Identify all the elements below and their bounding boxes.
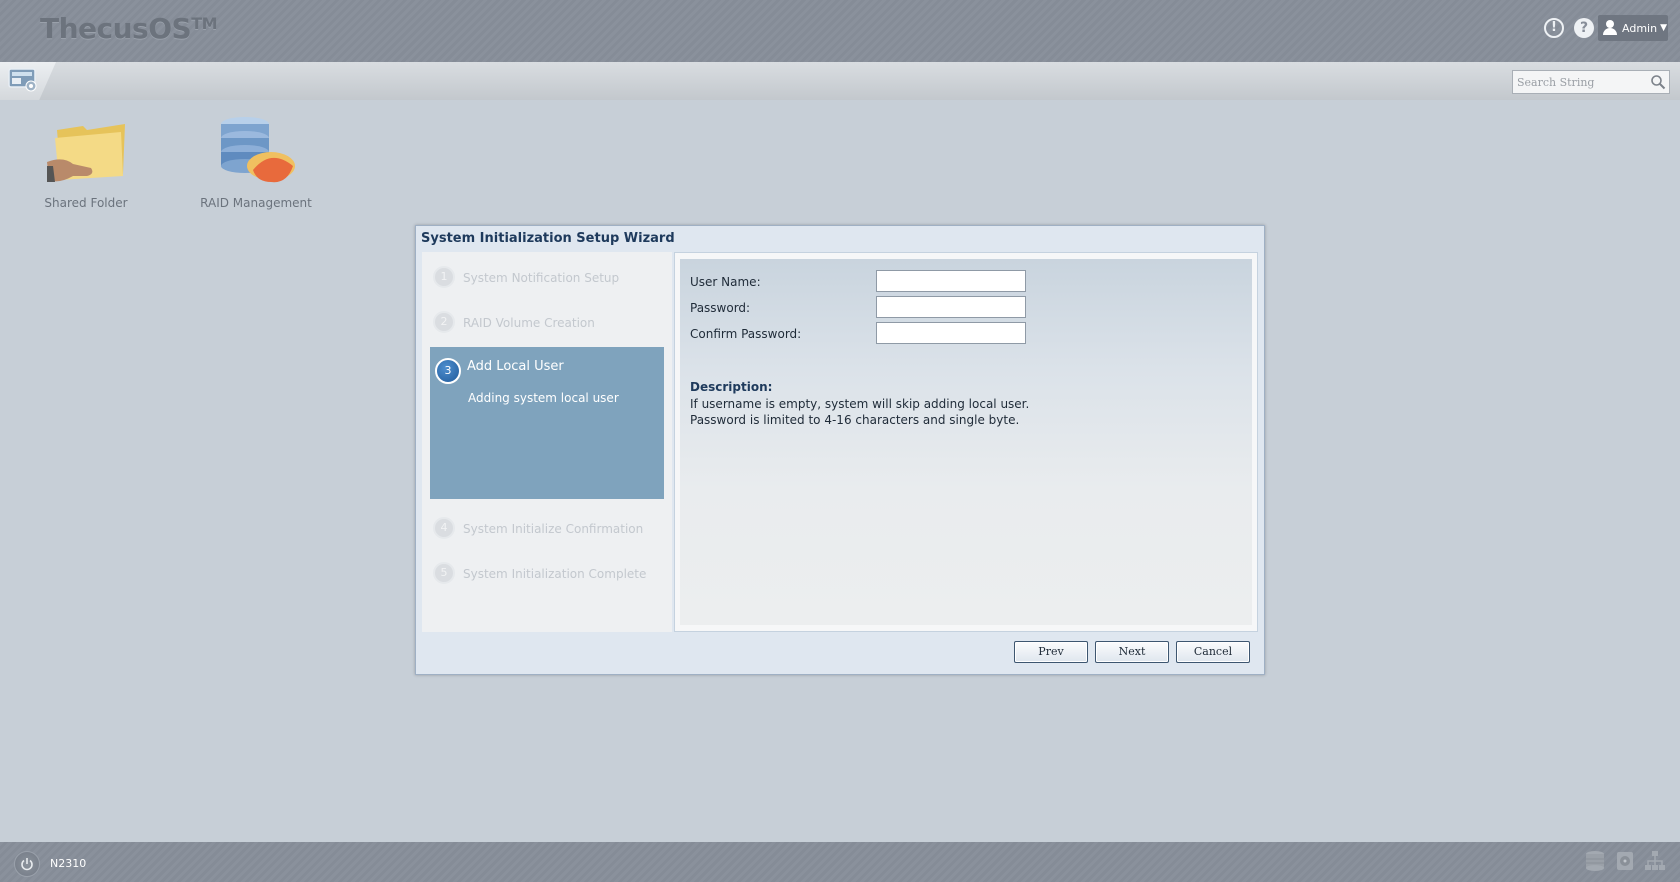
storage-icon[interactable]: [1584, 850, 1606, 872]
step-label: RAID Volume Creation: [463, 316, 595, 330]
confirm-password-field[interactable]: [876, 322, 1026, 344]
step-label: System Initialization Complete: [463, 567, 647, 581]
search-placeholder: Search String: [1517, 76, 1595, 89]
password-row: Password:: [690, 296, 1230, 320]
disk-icon[interactable]: [1614, 850, 1636, 872]
description-line: If username is empty, system will skip a…: [690, 397, 1030, 411]
brand-logo: ThecusOSTM: [40, 12, 218, 45]
password-label: Password:: [690, 301, 751, 315]
footer-bar: [0, 842, 1680, 882]
username-label: User Name:: [690, 275, 761, 289]
search-input[interactable]: Search String: [1512, 70, 1670, 94]
user-icon: [1602, 20, 1618, 36]
username-field[interactable]: [876, 270, 1026, 292]
wizard-step-1: 1 System Notification Setup: [430, 257, 664, 297]
desktop-item-label: Shared Folder: [44, 196, 128, 210]
search-icon[interactable]: [1650, 74, 1666, 90]
model-label: N2310: [50, 857, 87, 870]
raid-management-icon: [221, 117, 295, 183]
cancel-button[interactable]: Cancel: [1176, 641, 1250, 663]
desktop-item-raid-management[interactable]: RAID Management: [196, 114, 316, 210]
brand-trademark: TM: [191, 14, 218, 33]
network-icon[interactable]: [1644, 850, 1666, 872]
next-button[interactable]: Next: [1095, 641, 1169, 663]
wizard-step-5: 5 System Initialization Complete: [430, 553, 664, 593]
confirm-password-row: Confirm Password:: [690, 322, 1230, 346]
step-label: Add Local User: [467, 359, 564, 374]
top-bar: ThecusOSTM ! ? Admin ▼: [0, 0, 1680, 62]
chevron-down-icon: ▼: [1660, 23, 1667, 33]
step-label: System Notification Setup: [463, 271, 620, 285]
desktop-item-shared-folder[interactable]: Shared Folder: [40, 114, 132, 210]
exclamation-circle-icon[interactable]: !: [1544, 18, 1564, 38]
username-row: User Name:: [690, 270, 1230, 294]
wizard-steps: 1 System Notification Setup 2 RAID Volum…: [422, 252, 672, 632]
power-button[interactable]: [14, 851, 40, 877]
step-number: 4: [433, 517, 455, 539]
step-label: System Initialize Confirmation: [463, 522, 644, 536]
user-name: Admin: [1622, 21, 1658, 35]
wizard-step-4: 4 System Initialize Confirmation: [430, 508, 664, 548]
wizard-step-2: 2 RAID Volume Creation: [430, 302, 664, 342]
dialog-title: System Initialization Setup Wizard: [421, 231, 675, 246]
step-number: 3: [435, 358, 461, 384]
brand-name: ThecusOS: [40, 12, 192, 45]
description-line: Password is limited to 4-16 characters a…: [690, 413, 1020, 427]
wizard-step-3-active: 3 Add Local User Adding system local use…: [430, 347, 664, 499]
step-number: 2: [433, 311, 455, 333]
desktop-icon[interactable]: [8, 67, 38, 93]
prev-button[interactable]: Prev: [1014, 641, 1088, 663]
password-field[interactable]: [876, 296, 1026, 318]
question-circle-icon[interactable]: ?: [1574, 18, 1594, 38]
shared-folder-icon: [47, 124, 125, 182]
power-icon: [21, 858, 33, 871]
user-menu-button[interactable]: Admin ▼: [1598, 15, 1668, 41]
add-local-user-form: User Name: Password: Confirm Password: D…: [680, 259, 1252, 625]
description-title: Description:: [690, 380, 773, 394]
toolbar: [0, 62, 1680, 100]
setup-wizard-dialog: System Initialization Setup Wizard 1 Sys…: [415, 225, 1265, 675]
step-number: 5: [433, 562, 455, 584]
step-number: 1: [433, 266, 455, 288]
step-sublabel: Adding system local user: [468, 391, 619, 405]
desktop-item-label: RAID Management: [200, 196, 312, 210]
confirm-password-label: Confirm Password:: [690, 327, 802, 341]
wizard-content-panel: User Name: Password: Confirm Password: D…: [674, 252, 1258, 632]
